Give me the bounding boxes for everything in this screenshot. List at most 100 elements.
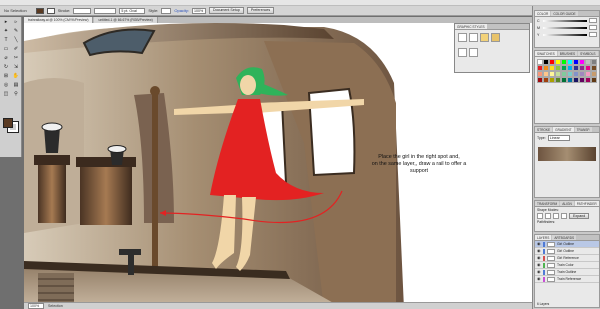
- hand-tool-icon[interactable]: ✋: [12, 73, 20, 80]
- pen-tool-icon[interactable]: ✎: [12, 28, 20, 35]
- graphic-style-swatch[interactable]: [469, 48, 478, 57]
- symbol-sprayer-tool-icon[interactable]: ◎: [2, 82, 10, 89]
- blob-brush-tool-icon[interactable]: ⌀: [2, 55, 10, 62]
- slider-row-c[interactable]: C: [535, 17, 599, 24]
- drum-right-cap: [76, 157, 136, 167]
- tab-swatches[interactable]: SWATCHES: [535, 51, 557, 56]
- tab-artboards[interactable]: ARTBOARDS: [552, 235, 577, 240]
- layer-row[interactable]: ◉ Girl Reference: [535, 255, 599, 262]
- selection-tool-icon[interactable]: ▸: [2, 19, 10, 26]
- style-select[interactable]: [161, 7, 172, 14]
- layer-thumbnail: [547, 269, 555, 275]
- eye-icon[interactable]: ◉: [537, 256, 541, 260]
- graphic-style-swatch[interactable]: [469, 33, 478, 42]
- instruction-text: Place the girl in the right spot and, on…: [364, 154, 474, 175]
- eye-icon[interactable]: ◉: [537, 263, 541, 267]
- scale-tool-icon[interactable]: ⇲: [12, 64, 20, 71]
- graphic-style-swatch[interactable]: [458, 33, 467, 42]
- type-tool-icon[interactable]: T: [2, 37, 10, 44]
- layer-row[interactable]: ◉ Girl Outline: [535, 248, 599, 255]
- cyan-value-field[interactable]: [589, 18, 597, 23]
- tab-transparency[interactable]: TRANSP.: [574, 127, 592, 132]
- variable-width-select[interactable]: [94, 7, 117, 14]
- slider-row-m[interactable]: M: [535, 24, 599, 31]
- intersect-icon[interactable]: [553, 213, 559, 219]
- drum-left-cap: [34, 155, 70, 165]
- stroke-weight-field[interactable]: [73, 7, 92, 14]
- yellow-slider[interactable]: [543, 33, 587, 36]
- eye-icon[interactable]: ◉: [537, 270, 541, 274]
- rotate-tool-icon[interactable]: ↻: [2, 64, 10, 71]
- layer-thumbnail: [547, 241, 555, 247]
- tab-color-guide[interactable]: COLOR GUIDE: [551, 11, 578, 16]
- graph-tool-icon[interactable]: ▤: [12, 82, 20, 89]
- tab-pathfinder[interactable]: PATHFINDER: [574, 201, 599, 206]
- layer-list: ◉ Girl Outline ◉ Girl Outline ◉ Girl Referenc…: [535, 241, 599, 283]
- control-bar: No Selection Stroke: 5 pt. Oval Style: O…: [0, 6, 600, 16]
- line-tool-icon[interactable]: ╲: [12, 37, 20, 44]
- funnel-left-rim: [41, 122, 63, 132]
- graphic-style-swatch[interactable]: [491, 33, 500, 42]
- graphic-style-swatch[interactable]: [458, 48, 467, 57]
- tab-color[interactable]: COLOR: [535, 11, 551, 16]
- magenta-slider[interactable]: [543, 26, 587, 29]
- instruction-line-1: Place the girl in the right spot and,: [378, 154, 460, 160]
- tab-brushes[interactable]: BRUSHES: [557, 51, 578, 56]
- exclude-icon[interactable]: [561, 213, 567, 219]
- opacity-field[interactable]: 100%: [192, 7, 207, 14]
- unite-icon[interactable]: [537, 213, 543, 219]
- fill-swatch[interactable]: [35, 7, 44, 14]
- selection-label: No Selection: [4, 8, 27, 13]
- fill-box[interactable]: [3, 118, 13, 128]
- layer-color-chip: [543, 248, 545, 254]
- magic-wand-tool-icon[interactable]: ✦: [2, 28, 10, 35]
- girl-head: [240, 75, 256, 95]
- pathfinder-panel: TRANSFORM ALIGN PATHFINDER Shape Modes: …: [534, 200, 600, 232]
- pencil-tool-icon[interactable]: ✐: [12, 46, 20, 53]
- document-setup-button[interactable]: Document Setup: [209, 7, 244, 14]
- minus-front-icon[interactable]: [545, 213, 551, 219]
- rectangle-tool-icon[interactable]: ▭: [2, 46, 10, 53]
- zoom-field[interactable]: 100%: [28, 303, 44, 309]
- layer-row[interactable]: ◉ Train Reference: [535, 276, 599, 283]
- tab-stroke[interactable]: STROKE: [535, 127, 553, 132]
- tab-symbols[interactable]: SYMBOLS: [578, 51, 598, 56]
- layers-panel: LAYERS ARTBOARDS ◉ Girl Outline ◉ Girl Outl…: [534, 234, 600, 308]
- slider-row-y[interactable]: Y: [535, 31, 599, 38]
- gradient-panel: STROKE GRADIENT TRANSP. Type: Linear: [534, 126, 600, 198]
- color-swatch[interactable]: [591, 77, 597, 83]
- gradient-type-select[interactable]: Linear: [547, 135, 570, 141]
- fill-stroke-selector[interactable]: [3, 118, 19, 133]
- layer-color-chip: [543, 241, 545, 247]
- scissors-tool-icon[interactable]: ✂: [12, 55, 20, 62]
- expand-button[interactable]: Expand: [569, 213, 590, 219]
- instruction-line-2: on the same layer,, draw a rail to offer…: [371, 161, 467, 174]
- layer-row[interactable]: ◉ Girl Outline: [535, 241, 599, 248]
- stroke-label: Stroke:: [57, 8, 71, 13]
- layer-row[interactable]: ◉ Train Color: [535, 262, 599, 269]
- graphic-styles-panel: GRAPHIC STYLES: [454, 23, 530, 73]
- layer-row[interactable]: ◉ Train Outline: [535, 269, 599, 276]
- tab-graphic-styles[interactable]: GRAPHIC STYLES: [455, 24, 487, 29]
- tab-align[interactable]: ALIGN: [560, 201, 574, 206]
- yellow-value-field[interactable]: [589, 32, 597, 37]
- mesh-tool-icon[interactable]: ⊞: [2, 73, 10, 80]
- eye-icon[interactable]: ◉: [537, 242, 541, 246]
- gradient-preview-bar[interactable]: [538, 147, 596, 161]
- zoom-tool-icon[interactable]: ⚲: [12, 91, 20, 98]
- tab-layers[interactable]: LAYERS: [535, 235, 552, 240]
- preferences-button[interactable]: Preferences: [246, 7, 275, 14]
- graphic-style-swatch[interactable]: [480, 33, 489, 42]
- eye-icon[interactable]: ◉: [537, 249, 541, 253]
- tools-panel: ▸ ▹ ✦ ✎ T ╲ ▭ ✐ ⌀ ✂ ↻ ⇲ ⊞ ✋ ◎ ▤ ◫ ⚲: [0, 17, 22, 157]
- direct-selection-tool-icon[interactable]: ▹: [12, 19, 20, 26]
- layer-color-chip: [543, 269, 545, 275]
- stroke-swatch[interactable]: [46, 7, 55, 14]
- tab-gradient[interactable]: GRADIENT: [553, 127, 574, 132]
- magenta-value-field[interactable]: [589, 25, 597, 30]
- eye-icon[interactable]: ◉: [537, 277, 541, 281]
- artboard-tool-icon[interactable]: ◫: [2, 91, 10, 98]
- tab-transform[interactable]: TRANSFORM: [535, 201, 560, 206]
- cyan-slider[interactable]: [543, 19, 587, 22]
- brush-select[interactable]: 5 pt. Oval: [119, 7, 146, 14]
